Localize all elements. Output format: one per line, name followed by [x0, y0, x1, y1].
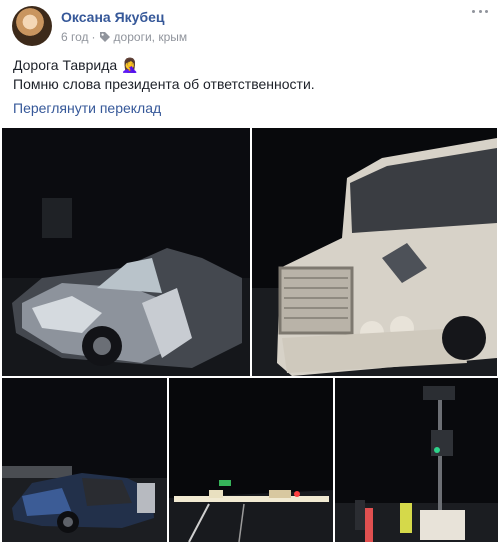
tag-icon: [99, 32, 110, 42]
facebook-post: Оксана Якубец 6 год · дороги, крым Дорог…: [0, 0, 498, 542]
post-text: Дорога Таврида 🤦‍♀️ Помню слова президен…: [13, 56, 315, 94]
more-options-icon[interactable]: [472, 6, 488, 16]
photo-traffic-light[interactable]: [335, 378, 498, 542]
post-time[interactable]: 6 год: [61, 30, 89, 44]
translate-link[interactable]: Переглянути переклад: [13, 100, 161, 116]
meta-separator: ·: [91, 30, 96, 44]
post-text-line-1: Дорога Таврида 🤦‍♀️: [13, 57, 139, 73]
author-name[interactable]: Оксана Якубец: [61, 9, 164, 25]
avatar[interactable]: [12, 6, 52, 46]
post-text-line-2: Помню слова президента об ответственност…: [13, 76, 315, 92]
photo-truck[interactable]: [252, 128, 497, 376]
photo-blue-car[interactable]: [2, 378, 167, 542]
post-tags[interactable]: дороги, крым: [114, 30, 188, 44]
post-meta: 6 год · дороги, крым: [61, 30, 187, 44]
photo-road-night[interactable]: [169, 378, 333, 542]
photo-crashed-car[interactable]: [2, 128, 250, 376]
